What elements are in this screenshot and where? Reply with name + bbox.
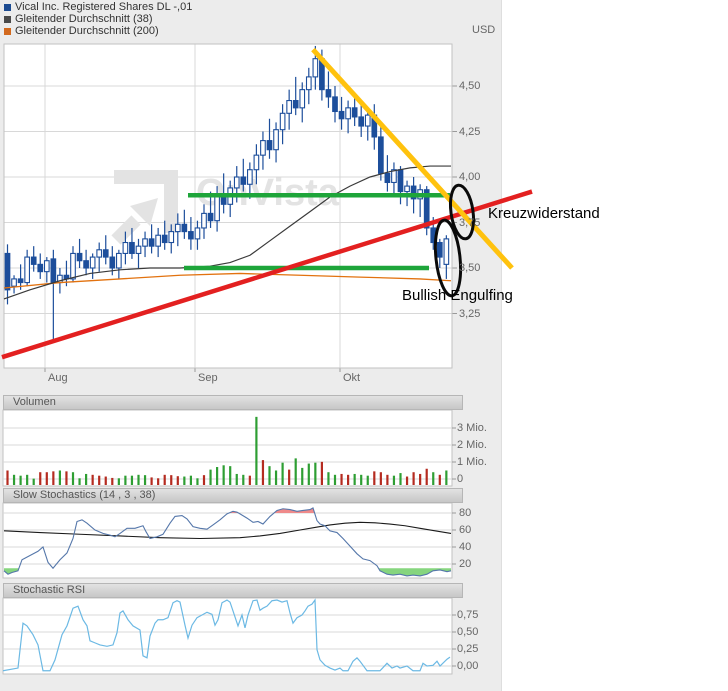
currency-label: USD (472, 24, 496, 36)
y-axis-label-rsi: 0,25 (457, 643, 479, 655)
legend-item-gd38: Gleitender Durchschnitt (38) (4, 13, 192, 25)
y-axis-label-volume: 3 Mio. (457, 422, 487, 434)
y-axis-label-stochastics: 20 (459, 558, 472, 570)
y-axis-label-rsi: 0,00 (457, 660, 479, 672)
panel-header-slow-stochastics: Slow Stochastics (14 , 3 , 38) (3, 488, 463, 503)
y-axis-label-price: 3,50 (459, 262, 481, 274)
y-axis-label-stochastics: 40 (459, 541, 472, 553)
y-axis-label-price: 3,75 (459, 216, 481, 229)
y-axis-label-stochastics: 80 (459, 507, 472, 519)
panel-header-stochastic-rsi: Stochastic RSI (3, 583, 463, 598)
annotation-bullish-engulfing: Bullish Engulfing (402, 287, 513, 304)
panel-header-volume: Volumen (3, 395, 463, 410)
x-axis-label-month: Sep (198, 372, 218, 384)
legend-item-gd200: Gleitender Durchschnitt (200) (4, 25, 192, 37)
legend-label-gd38: Gleitender Durchschnitt (38) (15, 13, 153, 25)
legend-swatch-gd200 (4, 27, 11, 35)
x-axis-label-month: Aug (48, 372, 68, 384)
legend-label-instrument: Vical Inc. Registered Shares DL -,01 (15, 1, 193, 13)
y-axis-label-volume: 2 Mio. (457, 439, 487, 451)
y-axis-label-volume: 1 Mio. (457, 456, 487, 468)
chart-legend: Vical Inc. Registered Shares DL -,01 Gle… (4, 1, 192, 37)
legend-swatch-gd38 (4, 15, 11, 23)
legend-item-instrument: Vical Inc. Registered Shares DL -,01 (4, 1, 192, 13)
legend-swatch-instrument (4, 3, 11, 11)
y-axis-label-price: 4,25 (459, 125, 481, 138)
x-axis-label-month: Okt (343, 372, 361, 384)
y-axis-label-rsi: 0,50 (457, 626, 479, 638)
y-axis-label-price: 3,25 (459, 307, 481, 320)
y-axis-label-volume: 0 (457, 473, 464, 485)
y-axis-label-price: 4,00 (459, 171, 481, 183)
y-axis-label-rsi: 0,75 (457, 609, 479, 621)
y-axis-label-stochastics: 60 (459, 524, 472, 536)
annotation-kreuzwiderstand: Kreuzwiderstand (488, 205, 600, 222)
page: OnVista Vical Inc. Registered Shares DL … (0, 0, 728, 691)
y-axis-label-price: 4,50 (459, 80, 481, 92)
legend-label-gd200: Gleitender Durchschnitt (200) (15, 25, 159, 37)
